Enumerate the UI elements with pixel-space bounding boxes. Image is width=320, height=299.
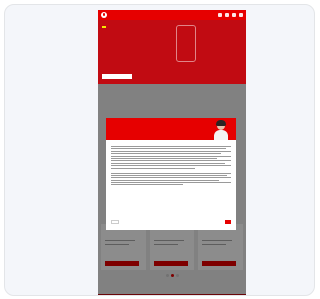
text-line: [111, 160, 231, 162]
user-icon[interactable]: [232, 13, 236, 17]
text-line: [111, 162, 225, 164]
modal-text: [111, 144, 231, 187]
text-line: [111, 157, 217, 159]
mobile-page: [98, 10, 246, 295]
person-hair: [216, 120, 226, 126]
person-body: [214, 130, 228, 140]
hero-badge: [102, 26, 106, 28]
phone-illustration: [176, 25, 196, 62]
text-line: [111, 167, 195, 169]
screenshot-frame: [4, 4, 315, 296]
modal-header: [106, 118, 236, 140]
top-navigation-bar: [98, 10, 246, 20]
text-line: [111, 148, 227, 150]
text-line: [111, 146, 231, 147]
modal-actions: [111, 220, 231, 224]
person-illustration: [212, 120, 230, 140]
text-line: [111, 150, 231, 152]
top-icons: [218, 13, 243, 17]
hero-banner: [98, 20, 246, 84]
decline-button[interactable]: [111, 220, 119, 224]
cart-icon[interactable]: [225, 13, 229, 17]
text-line: [111, 155, 231, 157]
cookie-consent-modal: [106, 118, 236, 230]
search-icon[interactable]: [218, 13, 222, 17]
text-line: [111, 165, 231, 167]
text-line: [111, 174, 228, 176]
text-line: [111, 179, 219, 181]
accept-button[interactable]: [225, 220, 231, 224]
menu-icon[interactable]: [239, 13, 243, 17]
text-line: [111, 177, 231, 179]
text-line: [111, 153, 222, 155]
text-line: [111, 184, 183, 186]
brand-logo-icon[interactable]: [101, 12, 107, 18]
hero-cta-button[interactable]: [102, 74, 132, 79]
text-line: [111, 182, 231, 184]
text-line: [111, 172, 231, 174]
